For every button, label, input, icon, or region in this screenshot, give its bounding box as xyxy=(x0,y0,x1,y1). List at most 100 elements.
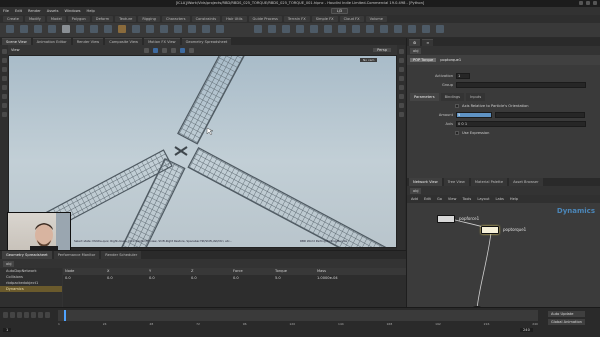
tab-inputs[interactable]: Inputs xyxy=(466,93,486,101)
column-header[interactable]: X xyxy=(105,268,147,275)
platonic-tool-icon[interactable] xyxy=(174,25,182,33)
grid-toggle-icon[interactable] xyxy=(398,103,404,108)
shelf-tab[interactable]: Volume xyxy=(365,16,387,22)
wireframe-icon[interactable] xyxy=(398,49,404,54)
node-poptorque[interactable] xyxy=(481,226,499,234)
column-header[interactable]: Torque xyxy=(273,268,315,275)
tab-geometry-spreadsheet-bottom[interactable]: Geometry Spreadsheet xyxy=(2,251,52,259)
group-field[interactable] xyxy=(456,81,586,88)
env-light-tool-icon[interactable] xyxy=(310,25,318,33)
current-frame-field[interactable]: 1 xyxy=(3,328,12,332)
menu-render[interactable]: Render xyxy=(28,9,41,13)
net-menu-edit[interactable]: Edit xyxy=(424,197,431,201)
line-tool-icon[interactable] xyxy=(90,25,98,33)
file-tool-icon[interactable] xyxy=(216,25,224,33)
net-menu-go[interactable]: Go xyxy=(437,197,442,201)
node-name[interactable]: poptorque1 xyxy=(440,58,461,62)
activation-field[interactable]: 1 xyxy=(456,72,470,79)
amount-slider[interactable] xyxy=(495,111,585,118)
minimize-button[interactable] xyxy=(579,1,583,5)
net-menu-add[interactable]: Add xyxy=(411,197,418,201)
amount-field[interactable]: 5 xyxy=(456,111,492,118)
step-forward-icon[interactable] xyxy=(38,312,43,318)
rotate-tool-icon[interactable] xyxy=(1,67,7,72)
tab-parameters[interactable]: ⚙ xyxy=(409,38,421,46)
column-header[interactable]: Node xyxy=(63,268,105,275)
background-icon[interactable] xyxy=(398,94,404,99)
handle-tool-icon[interactable] xyxy=(1,85,7,90)
handle-icon[interactable] xyxy=(152,47,158,53)
shelf-tab[interactable]: Polygon xyxy=(67,16,90,22)
shelf-tab[interactable]: Modify xyxy=(24,16,45,22)
gi-light-tool-icon[interactable] xyxy=(338,25,346,33)
param-path-obj[interactable]: obj xyxy=(410,47,422,54)
net-menu-help[interactable]: Help xyxy=(510,197,518,201)
play-reverse-icon[interactable] xyxy=(17,312,22,318)
shelf-tab[interactable]: Texture xyxy=(115,16,137,22)
display-icon[interactable] xyxy=(170,47,176,53)
global-animation-button[interactable]: Global Animation xyxy=(548,319,585,325)
snap-icon[interactable] xyxy=(143,47,149,53)
circle-tool-icon[interactable] xyxy=(104,25,112,33)
tab-composite-view[interactable]: Composite View xyxy=(105,37,143,45)
menu-help[interactable]: Help xyxy=(87,9,95,13)
tab-network-view[interactable]: Network View xyxy=(409,178,442,186)
pivot-icon[interactable] xyxy=(161,47,167,53)
jump-start-icon[interactable] xyxy=(3,312,8,318)
tab-channels[interactable]: ≡ xyxy=(422,38,434,46)
scale-tool-icon[interactable] xyxy=(1,76,7,81)
shelf-tab[interactable]: Hair Utils xyxy=(222,16,247,22)
column-header[interactable]: Y xyxy=(147,268,189,275)
shelf-tab[interactable]: Constraints xyxy=(191,16,221,22)
tab-scene-view[interactable]: Scene View xyxy=(2,37,31,45)
column-header[interactable]: Z xyxy=(189,268,231,275)
area-light-tool-icon[interactable] xyxy=(296,25,304,33)
shelf-tab[interactable]: Guide Process xyxy=(248,16,282,22)
pose-tool-icon[interactable] xyxy=(1,94,7,99)
menu-assets[interactable]: Assets xyxy=(47,9,59,13)
use-expression-checkbox[interactable] xyxy=(455,130,459,135)
torus-tool-icon[interactable] xyxy=(48,25,56,33)
end-frame-field[interactable]: 240 xyxy=(520,328,533,332)
lighting-icon[interactable] xyxy=(188,47,194,53)
vr-camera-tool-icon[interactable] xyxy=(408,25,416,33)
l-system-tool-icon[interactable] xyxy=(188,25,196,33)
portal-light-tool-icon[interactable] xyxy=(366,25,374,33)
camera-tool-icon[interactable] xyxy=(254,25,262,33)
net-menu-layout[interactable]: Layout xyxy=(477,197,489,201)
axis-relative-checkbox[interactable] xyxy=(455,103,459,108)
caustic-light-tool-icon[interactable] xyxy=(352,25,360,33)
draw-curve-tool-icon[interactable] xyxy=(160,25,168,33)
axis-field[interactable]: 0 0 1 xyxy=(456,120,586,127)
maximize-button[interactable] xyxy=(586,1,590,5)
spreadsheet-path-obj[interactable]: obj xyxy=(3,260,15,267)
switcher-tool-icon[interactable] xyxy=(422,25,430,33)
gamepad-camera-tool-icon[interactable] xyxy=(436,25,444,33)
desktop-selector[interactable]: LJ3 xyxy=(330,8,349,14)
net-menu-view[interactable]: View xyxy=(448,197,457,201)
shelf-tab[interactable]: Model xyxy=(46,16,66,22)
normals-icon[interactable] xyxy=(398,76,404,81)
tab-bindings[interactable]: Bindings xyxy=(440,93,465,101)
sky-light-tool-icon[interactable] xyxy=(324,25,332,33)
jump-end-icon[interactable] xyxy=(45,312,50,318)
view-tool-icon[interactable] xyxy=(1,103,7,108)
box-tool-icon[interactable] xyxy=(6,25,14,33)
stereo-camera-tool-icon[interactable] xyxy=(394,25,402,33)
tab-tree-view[interactable]: Tree View xyxy=(443,178,469,186)
spray-paint-tool-icon[interactable] xyxy=(146,25,154,33)
safe-area-icon[interactable] xyxy=(398,112,404,117)
net-menu-tools[interactable]: Tools xyxy=(462,197,471,201)
auto-update-button[interactable]: Auto Update xyxy=(548,311,585,317)
smooth-shaded-icon[interactable] xyxy=(398,58,404,63)
no-cam-badge[interactable]: No cam xyxy=(360,58,378,62)
shelf-tab[interactable]: Rigging xyxy=(138,16,160,22)
tab-animation-editor[interactable]: Animation Editor xyxy=(32,37,71,45)
shelf-tab[interactable]: Characters xyxy=(161,16,190,22)
points-icon[interactable] xyxy=(398,67,404,72)
node-popforce[interactable] xyxy=(437,215,455,223)
select-tool-icon[interactable] xyxy=(1,49,7,54)
render-region-icon[interactable] xyxy=(1,112,7,117)
tree-item-selected[interactable]: Dynamics xyxy=(0,286,62,292)
stop-icon[interactable] xyxy=(24,312,29,318)
